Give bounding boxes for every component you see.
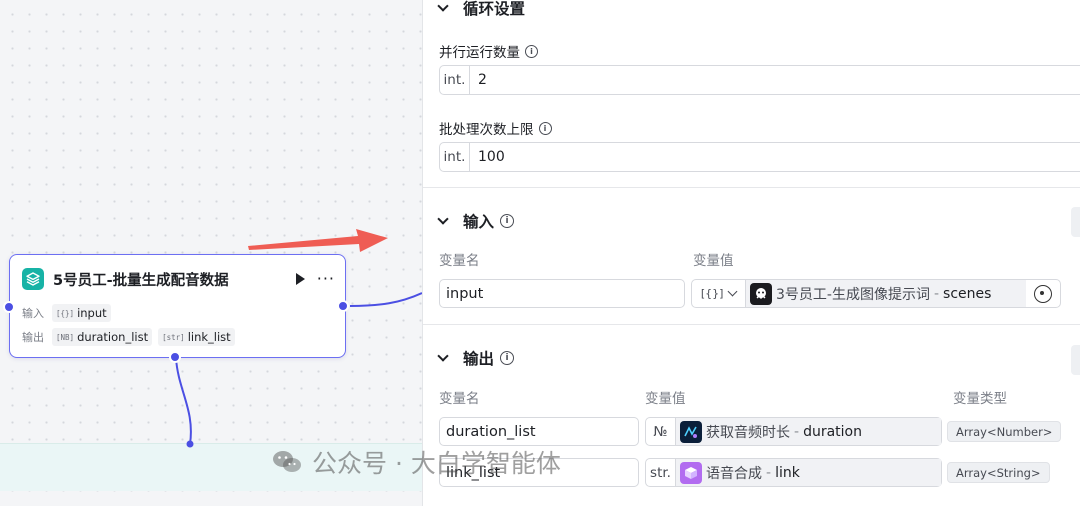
- chevron-down-icon[interactable]: [437, 350, 449, 362]
- info-icon[interactable]: i: [538, 121, 552, 135]
- parallel-label-text: 并行运行数量: [439, 45, 520, 61]
- tts-node-icon: [680, 461, 702, 484]
- node-avatar-icon: [750, 282, 772, 305]
- input-var-name-field[interactable]: input: [439, 279, 685, 308]
- ref-node-name: 获取音频时长: [706, 424, 790, 441]
- var-type-badge: Array<String>: [947, 462, 1050, 483]
- ref-var-name: duration: [803, 423, 862, 440]
- node-input-port[interactable]: [3, 301, 15, 313]
- variable-reference[interactable]: 3号员工-生成图像提示词 - scenes: [746, 280, 1026, 307]
- node-title: 5号员工-批量生成配音数据: [53, 272, 229, 289]
- node-output-port[interactable]: [337, 300, 349, 312]
- node-input-label: 输入: [22, 307, 44, 320]
- var-type-badge: Array<Number>: [947, 421, 1062, 442]
- output-var-value-field[interactable]: № 获取音频时长 - duration: [645, 417, 942, 446]
- parallel-count-value[interactable]: 2: [470, 72, 487, 88]
- input-col-value: 变量值: [693, 253, 734, 269]
- chevron-down-icon[interactable]: [437, 213, 449, 225]
- object-array-icon: [{}]: [56, 308, 75, 318]
- node-output-name: duration_list: [77, 330, 149, 344]
- loop-node-card[interactable]: 5号员工-批量生成配音数据 ··· 输入 [{}] input 输出 [NB] …: [9, 254, 346, 358]
- parallel-count-input[interactable]: int. 2: [439, 65, 1080, 95]
- type-selector[interactable]: [{}]: [692, 280, 746, 307]
- workflow-canvas[interactable]: 5号员工-批量生成配音数据 ··· 输入 [{}] input 输出 [NB] …: [0, 0, 422, 506]
- node-loop-port[interactable]: [169, 351, 181, 363]
- chevron-down-icon[interactable]: [437, 0, 449, 12]
- node-output-chip: [NB] duration_list: [52, 328, 153, 346]
- output-var-name-field[interactable]: duration_list: [439, 417, 639, 446]
- connection-wires: [175, 229, 422, 448]
- info-icon[interactable]: i: [500, 214, 515, 228]
- info-icon[interactable]: i: [525, 44, 538, 58]
- wire-out: [349, 292, 422, 307]
- int-type-prefix: int.: [440, 143, 470, 171]
- node-header: 5号员工-批量生成配音数据 ···: [22, 267, 335, 291]
- more-icon[interactable]: ···: [317, 271, 335, 287]
- input-section-header[interactable]: 输入 i: [437, 210, 515, 232]
- ref-separator: -: [933, 285, 940, 302]
- wire-down: [175, 357, 192, 445]
- ref-node-name: 3号员工-生成图像提示词: [776, 286, 930, 303]
- ref-var-name: scenes: [943, 285, 992, 302]
- layers-icon: [22, 268, 44, 290]
- add-output-button[interactable]: [1071, 345, 1080, 375]
- loop-section-title: 循环设置: [463, 0, 526, 18]
- node-output-name: link_list: [187, 330, 231, 344]
- variable-picker-icon[interactable]: [1034, 284, 1052, 303]
- ref-separator: -: [794, 423, 800, 440]
- node-output-row: 输出 [NB] duration_list [str] link_list: [22, 328, 241, 346]
- number-array-icon: [NB]: [56, 332, 75, 342]
- node-output-label: 输出: [22, 331, 44, 344]
- node-input-row: 输入 [{}] input: [22, 304, 117, 322]
- int-type-prefix: int.: [440, 66, 470, 94]
- variable-reference[interactable]: 获取音频时长 - duration: [676, 418, 941, 445]
- output-section-title: 输出: [463, 350, 495, 368]
- ref-separator: -: [766, 464, 772, 481]
- output-col-name: 变量名: [439, 391, 480, 407]
- pointer-arrow: [248, 229, 388, 252]
- info-icon[interactable]: i: [500, 351, 515, 365]
- batch-limit-input[interactable]: int. 100: [439, 142, 1080, 172]
- add-input-button[interactable]: [1071, 207, 1080, 237]
- wire-end-dot: [186, 440, 194, 448]
- output-section-header[interactable]: 输出 i: [437, 347, 515, 369]
- output-col-type: 变量类型: [953, 391, 1007, 407]
- wechat-icon: [273, 451, 301, 472]
- parallel-label: 并行运行数量 i: [439, 41, 538, 61]
- batch-limit-value[interactable]: 100: [470, 149, 505, 165]
- variable-reference[interactable]: 语音合成 - link: [676, 459, 941, 486]
- ref-node-name: 语音合成: [706, 465, 762, 482]
- watermark: 公众号 · 大白学智能体: [272, 444, 561, 480]
- watermark-text: 公众号 · 大白学智能体: [312, 449, 561, 478]
- node-settings-panel: 循环设置 并行运行数量 i int. 2 批处理次数上限 i int. 100 …: [422, 0, 1080, 506]
- input-col-name: 变量名: [439, 253, 480, 269]
- loop-section-header[interactable]: 循环设置: [437, 0, 526, 19]
- section-divider: [423, 187, 1080, 188]
- input-section-title: 输入: [463, 213, 495, 231]
- type-label: [{}]: [700, 287, 724, 300]
- chevron-down-icon[interactable]: [727, 286, 738, 297]
- input-var-value-field[interactable]: [{}] 3号员工-生成图像提示词 - scenes: [691, 279, 1061, 308]
- output-col-value: 变量值: [645, 391, 686, 407]
- play-icon[interactable]: [295, 273, 305, 285]
- type-selector[interactable]: str.: [646, 459, 676, 486]
- ref-var-name: link: [775, 464, 800, 481]
- batch-label-text: 批处理次数上限: [439, 122, 534, 138]
- output-var-value-field[interactable]: str. 语音合成 - link: [645, 458, 942, 487]
- node-input-chip: [{}] input: [52, 304, 111, 322]
- batch-label: 批处理次数上限 i: [439, 118, 552, 138]
- string-array-icon: [str]: [162, 332, 185, 342]
- node-output-chip: [str] link_list: [158, 328, 235, 346]
- audio-node-icon: [680, 420, 702, 443]
- type-selector[interactable]: №: [646, 418, 676, 445]
- section-divider: [423, 324, 1080, 325]
- node-input-name: input: [77, 306, 107, 320]
